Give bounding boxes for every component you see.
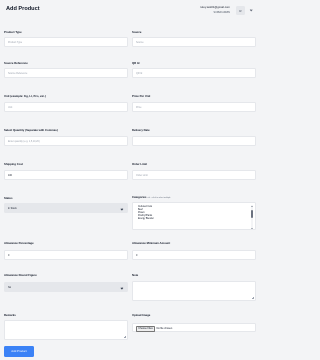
categories-hint: ctrl + click to select multiple	[147, 197, 171, 199]
allowance-round-label: Allowance Round Figure	[4, 273, 37, 277]
add-product-button[interactable]: Add Product	[4, 346, 34, 357]
upload-image-label: Upload Image	[132, 313, 151, 317]
chevron-down-icon[interactable]	[249, 8, 253, 12]
select-quantity-label: Select Quantity (Separate with Commas)	[4, 128, 58, 132]
status-value: In Stock	[8, 207, 17, 210]
upload-image-input[interactable]: Choose Files No file chosen	[132, 323, 256, 332]
source-reference-input[interactable]: Source Reference	[4, 68, 128, 78]
categories-label-text: Categories	[132, 195, 147, 199]
chevron-down-icon	[120, 207, 124, 210]
user-email: rutoy.test01@gmail.com	[200, 5, 230, 9]
note-textarea[interactable]	[132, 281, 256, 301]
page-title: Add Product	[6, 6, 40, 12]
order-limit-input[interactable]: Order Limit	[132, 170, 256, 180]
categories-label: Categoriesctrl + click to select multipl…	[132, 195, 170, 199]
categories-scrollbar[interactable]	[251, 205, 254, 229]
qr-id-label: QR Id	[132, 61, 140, 65]
product-type-label: Product Type	[4, 30, 22, 34]
allowance-minimum-input[interactable]: 0	[132, 250, 256, 260]
user-info: rutoy.test01@gmail.com SUPER ADMIN	[200, 5, 230, 14]
source-reference-label: Source Reference	[4, 61, 28, 65]
allowance-percentage-input[interactable]: 0	[4, 250, 128, 260]
unit-input[interactable]: Unit	[4, 102, 128, 112]
remarks-textarea[interactable]	[4, 320, 128, 340]
categories-listbox[interactable]: Cultured Cuts Beef Prawn Poultry/Plants …	[132, 202, 256, 230]
source-label: Source	[132, 30, 142, 34]
resize-grip-icon[interactable]	[123, 335, 126, 338]
allowance-round-select[interactable]: No	[4, 282, 128, 292]
scroll-up-icon[interactable]	[251, 205, 254, 207]
source-input[interactable]: Source	[132, 37, 256, 47]
allowance-minimum-label: Allowance Minimum Amount	[132, 241, 171, 245]
price-input[interactable]: Price	[132, 102, 256, 112]
page-header: Add Product rutoy.test01@gmail.com SUPER…	[0, 0, 260, 24]
allowance-percentage-label: Allowance Percentage	[4, 241, 34, 245]
delivery-date-label: Delivery Date	[132, 128, 150, 132]
scroll-thumb[interactable]	[251, 210, 253, 218]
price-per-unit-label: Price Per Unit	[132, 94, 151, 98]
status-select[interactable]: In Stock	[4, 203, 128, 213]
select-quantity-input[interactable]: Enter quantity (e.g. 1,5,10,20)	[4, 136, 128, 146]
qr-id-input[interactable]: QR Id	[132, 68, 256, 78]
unit-label: Unit (example: Kg, Lt, Pcs, etc.)	[4, 94, 46, 98]
chevron-down-icon	[120, 286, 124, 289]
product-type-input[interactable]: Product Type	[4, 37, 128, 47]
user-role: SUPER ADMIN	[213, 10, 230, 14]
allowance-round-value: No	[8, 286, 12, 289]
file-status: No file chosen	[156, 327, 173, 330]
delivery-date-input[interactable]	[132, 136, 256, 146]
choose-files-button[interactable]: Choose Files	[136, 326, 155, 332]
remarks-label: Remarks	[4, 313, 16, 317]
shipping-cost-label: Shipping Cost	[4, 162, 23, 166]
scroll-down-icon[interactable]	[251, 227, 254, 229]
note-label: Note	[132, 273, 139, 277]
category-option[interactable]: Energy Blender	[138, 218, 255, 221]
avatar[interactable]: R	[236, 6, 245, 15]
status-label: Status	[4, 196, 13, 200]
resize-grip-icon[interactable]	[251, 296, 254, 299]
shipping-cost-input[interactable]: 100	[4, 170, 128, 180]
order-limit-label: Order Limit	[132, 162, 148, 166]
